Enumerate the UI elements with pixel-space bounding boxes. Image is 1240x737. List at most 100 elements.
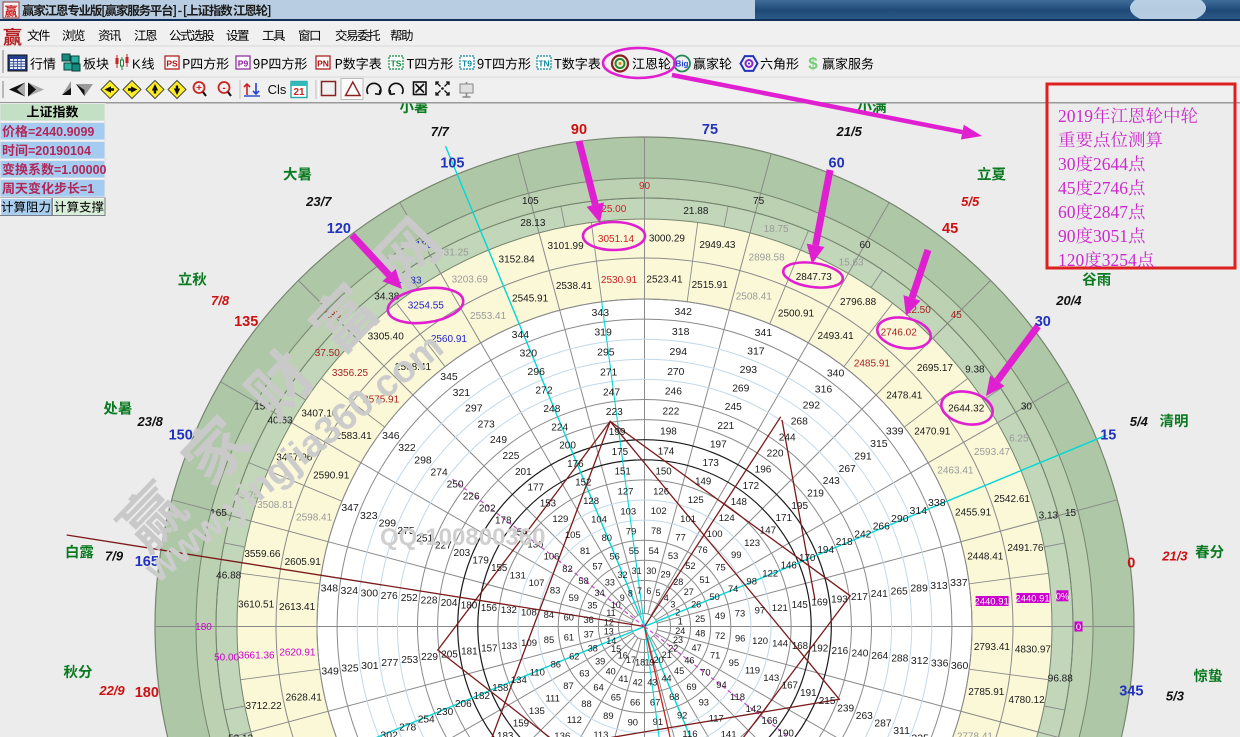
- svg-text:2530.91: 2530.91: [601, 275, 638, 286]
- svg-text:7/8: 7/8: [211, 293, 230, 308]
- svg-text:249: 249: [490, 435, 507, 446]
- svg-text:24: 24: [675, 626, 685, 636]
- svg-text:TS: TS: [391, 59, 402, 69]
- svg-text:135: 135: [234, 314, 258, 330]
- svg-text:53: 53: [668, 551, 678, 561]
- svg-text:=20190104: =20190104: [28, 144, 91, 158]
- svg-text:0: 0: [1076, 250, 1085, 270]
- svg-text:0: 0: [1067, 106, 1076, 126]
- svg-text:2538.41: 2538.41: [556, 281, 593, 292]
- svg-text:121: 121: [772, 603, 788, 614]
- svg-text:0: 0: [1127, 555, 1135, 571]
- svg-text:98: 98: [746, 576, 757, 587]
- svg-text:176: 176: [567, 459, 584, 470]
- svg-text:65: 65: [611, 693, 621, 703]
- svg-text:94: 94: [716, 679, 726, 690]
- svg-text:29: 29: [661, 570, 671, 580]
- svg-text:31.25: 31.25: [444, 248, 469, 259]
- svg-text:166: 166: [762, 716, 778, 727]
- svg-text:252: 252: [401, 593, 418, 604]
- svg-text:127: 127: [617, 487, 633, 498]
- svg-text:15: 15: [1065, 508, 1077, 519]
- svg-text:2796.88: 2796.88: [840, 297, 877, 308]
- svg-text:224: 224: [551, 422, 568, 433]
- svg-text:349: 349: [321, 665, 339, 677]
- svg-text:215: 215: [819, 696, 836, 707]
- svg-text:253: 253: [401, 655, 418, 666]
- svg-text:345: 345: [1119, 684, 1143, 700]
- svg-text:2590.91: 2590.91: [313, 471, 350, 482]
- svg-text:181: 181: [461, 647, 478, 658]
- svg-text:8: 8: [628, 588, 633, 598]
- svg-text:219: 219: [807, 488, 824, 499]
- svg-text:31: 31: [632, 566, 642, 576]
- svg-text:2778.41: 2778.41: [957, 731, 994, 737]
- svg-text:270: 270: [667, 367, 684, 378]
- svg-text:22/9: 22/9: [98, 683, 125, 698]
- svg-text:106: 106: [544, 552, 560, 563]
- svg-text:0: 0: [1067, 226, 1076, 246]
- svg-text:2478.41: 2478.41: [886, 391, 923, 402]
- svg-text:64: 64: [593, 683, 603, 693]
- svg-text:60: 60: [859, 240, 871, 251]
- svg-text:50.00: 50.00: [214, 653, 239, 664]
- svg-text:97: 97: [755, 606, 766, 617]
- svg-text:102: 102: [651, 506, 667, 517]
- svg-text:25: 25: [695, 614, 705, 624]
- svg-text:5: 5: [1119, 250, 1128, 270]
- svg-text:81: 81: [580, 545, 590, 556]
- svg-text:277: 277: [381, 658, 398, 669]
- svg-text:3: 3: [1102, 250, 1111, 270]
- svg-text:226: 226: [463, 491, 480, 502]
- svg-text:103: 103: [620, 507, 636, 518]
- svg-text:287: 287: [874, 719, 891, 730]
- svg-text:158: 158: [492, 683, 508, 694]
- svg-text:28: 28: [673, 577, 683, 587]
- svg-text:25.00: 25.00: [601, 204, 626, 215]
- svg-text:48: 48: [695, 629, 705, 639]
- svg-text:15: 15: [1100, 427, 1116, 443]
- svg-text:269: 269: [732, 384, 749, 395]
- svg-text:271: 271: [600, 367, 617, 378]
- svg-text:315: 315: [870, 438, 888, 450]
- svg-text:46.88: 46.88: [216, 571, 241, 582]
- svg-text:344: 344: [512, 329, 530, 341]
- svg-text:75: 75: [702, 122, 718, 138]
- svg-text:116: 116: [682, 729, 697, 737]
- svg-text:182: 182: [474, 691, 490, 702]
- svg-text:193: 193: [831, 595, 848, 606]
- svg-text:122: 122: [762, 569, 778, 580]
- svg-text:229: 229: [421, 652, 438, 663]
- svg-text:95: 95: [729, 657, 739, 668]
- svg-text:PS: PS: [166, 59, 178, 69]
- svg-text:321: 321: [453, 387, 471, 399]
- svg-text:156: 156: [481, 603, 497, 614]
- svg-text:0%: 0%: [1056, 591, 1069, 601]
- svg-text:112: 112: [567, 715, 582, 726]
- svg-text:155: 155: [491, 563, 507, 574]
- svg-text:2463.41: 2463.41: [937, 466, 974, 477]
- svg-text:322: 322: [398, 442, 416, 454]
- svg-text:70: 70: [700, 668, 710, 678]
- svg-text:197: 197: [710, 439, 727, 450]
- svg-text:343: 343: [592, 307, 610, 319]
- svg-text:2: 2: [675, 608, 680, 618]
- svg-text:291: 291: [854, 450, 872, 462]
- svg-text:298: 298: [414, 454, 432, 466]
- svg-text:205: 205: [441, 649, 458, 660]
- svg-text:4: 4: [1128, 250, 1137, 270]
- svg-text:105: 105: [440, 156, 464, 172]
- svg-text:325: 325: [341, 663, 359, 675]
- svg-text:P9: P9: [238, 59, 249, 69]
- svg-text:101: 101: [680, 514, 696, 525]
- svg-text:45: 45: [951, 310, 963, 321]
- svg-text:105: 105: [522, 196, 539, 207]
- svg-text:2605.91: 2605.91: [285, 557, 322, 568]
- svg-text:107: 107: [529, 578, 545, 589]
- svg-text:149: 149: [695, 477, 711, 488]
- svg-text:345: 345: [440, 371, 458, 383]
- svg-text:2: 2: [1093, 154, 1102, 174]
- svg-text:323: 323: [360, 510, 378, 522]
- svg-text:4: 4: [1111, 178, 1120, 198]
- svg-text:3.13: 3.13: [1039, 510, 1059, 521]
